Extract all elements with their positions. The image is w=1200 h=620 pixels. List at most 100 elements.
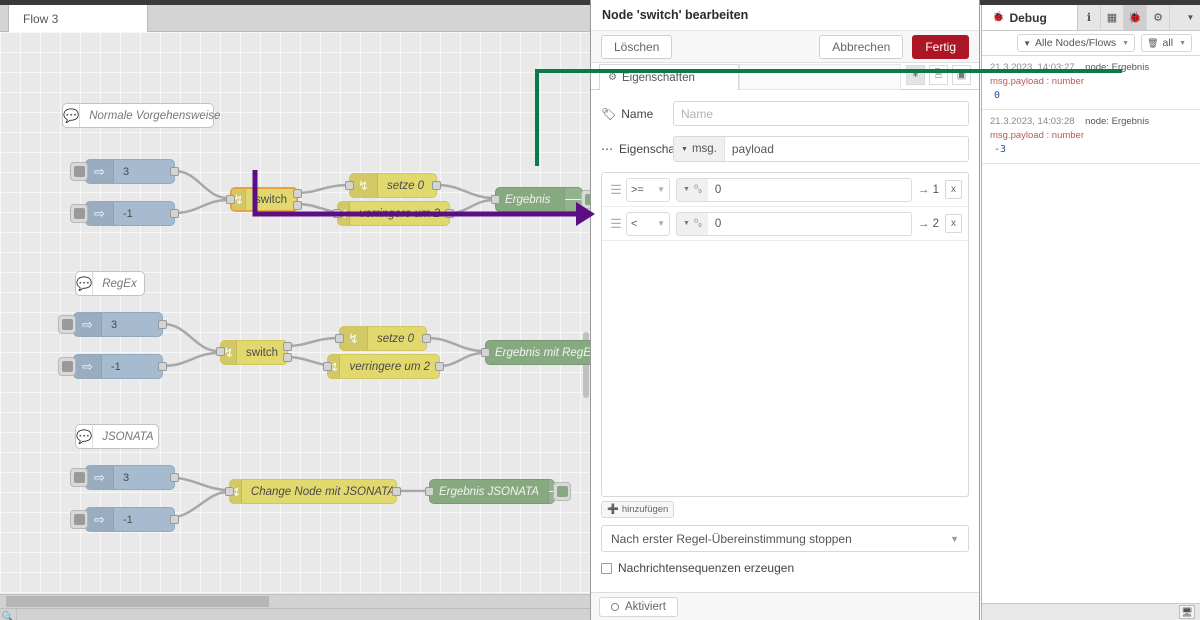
property-value[interactable]: payload	[725, 142, 774, 156]
input-port[interactable]	[225, 487, 234, 496]
rule-delete-button[interactable]: x	[945, 214, 962, 233]
comment-node-normale-vorgehensweise[interactable]: 💬 Normale Vorgehensweise	[62, 103, 220, 128]
rule-type-selector[interactable]: ▼ ⁰₉	[677, 178, 708, 201]
output-port[interactable]	[432, 181, 441, 190]
node-settings-icon[interactable]: ✶	[906, 65, 925, 85]
output-port[interactable]	[392, 487, 401, 496]
inject-node-3-jsonata[interactable]: ⇨ 3	[70, 465, 179, 490]
add-rule-button[interactable]: ➕ hinzufügen	[601, 501, 675, 518]
output-port[interactable]	[170, 473, 179, 482]
inject-node-minus1-jsonata[interactable]: ⇨ -1	[70, 507, 179, 532]
node-description-icon[interactable]: 🗎	[929, 65, 948, 85]
clear-label: all	[1162, 37, 1174, 49]
done-button[interactable]: Fertig	[912, 34, 969, 59]
output-port-2[interactable]	[293, 201, 302, 210]
drag-handle-icon[interactable]: ☰	[608, 216, 624, 232]
rule-value[interactable]: 0	[708, 184, 721, 196]
config-icon[interactable]: ⚙	[1147, 5, 1170, 30]
change-node-setze-0-regex[interactable]: ↯ setze 0	[335, 326, 431, 351]
inject-node-3-regex[interactable]: ⇨ 3	[58, 312, 167, 337]
cancel-button[interactable]: Abbrechen	[819, 34, 904, 59]
inject-button[interactable]	[58, 315, 76, 334]
message-sequences-checkbox[interactable]	[601, 562, 612, 574]
info-icon[interactable]: ℹ	[1078, 5, 1101, 30]
change-node-verringere-um-2-regex[interactable]: ↯ verringere um 2	[323, 354, 444, 379]
comment-node-regex[interactable]: 💬 RegEx	[75, 271, 145, 296]
switch-node-regex[interactable]: ↯ switch	[216, 340, 292, 365]
output-port[interactable]	[435, 362, 444, 371]
comment-node-jsonata[interactable]: 💬 JSONATA	[75, 424, 159, 449]
comment-node-label: Normale Vorgehensweise	[89, 109, 221, 122]
tab-debug[interactable]: 🐞 Debug	[982, 5, 1078, 30]
canvas-horizontal-scrollbar-thumb[interactable]	[6, 596, 269, 607]
output-port[interactable]	[170, 515, 179, 524]
output-port[interactable]	[445, 209, 454, 218]
debug-toggle-button[interactable]	[553, 482, 571, 501]
rule-value-input[interactable]: ▼ ⁰₉ 0	[676, 177, 912, 202]
search-icon[interactable]: 🔍	[0, 608, 17, 620]
debug-node-ergebnis-jsonata[interactable]: Ergebnis JSONATA	[425, 479, 571, 504]
desktop-icon[interactable]: 🖥	[1179, 605, 1195, 619]
change-node-jsonata[interactable]: ↯ Change Node mit JSONATA	[225, 479, 401, 504]
output-port[interactable]	[158, 362, 167, 371]
input-port[interactable]	[335, 334, 344, 343]
debug-node-ergebnis-mit-regex[interactable]: Ergebnis mit RegEx	[481, 340, 590, 365]
rule-operator-select[interactable]: >= ▼	[626, 177, 670, 202]
input-port[interactable]	[226, 195, 235, 204]
rule-operator-select[interactable]: < ▼	[626, 211, 670, 236]
inject-node-minus1[interactable]: ⇨ -1	[70, 201, 179, 226]
rule-type-selector[interactable]: ▼ ⁰₉	[677, 212, 708, 235]
input-port[interactable]	[491, 195, 500, 204]
property-type-selector[interactable]: ▼ msg.	[674, 137, 725, 161]
flow-tab-flow3[interactable]: Flow 3	[8, 5, 148, 32]
message-sequences-checkbox-row[interactable]: Nachrichtensequenzen erzeugen	[601, 561, 969, 575]
output-port-1[interactable]	[283, 342, 292, 351]
change-node-label: verringere um 2	[349, 360, 430, 373]
tab-eigenschaften[interactable]: ⚙ Eigenschaften	[599, 64, 739, 90]
output-port[interactable]	[170, 209, 179, 218]
debug-icon[interactable]: 🐞	[1124, 5, 1147, 30]
inject-button[interactable]	[70, 468, 88, 487]
flow-canvas[interactable]: 💬 Normale Vorgehensweise ⇨ 3 ⇨ -1 ↯ swit…	[0, 32, 590, 594]
delete-button[interactable]: Löschen	[601, 34, 673, 59]
debug-message[interactable]: 21.3.2023, 14:03:28 node: Ergebnis msg.p…	[982, 110, 1200, 165]
name-input[interactable]	[673, 101, 969, 126]
inject-button[interactable]	[70, 204, 88, 223]
change-node-verringere-um-2[interactable]: ↯ verringere um 2	[333, 201, 454, 226]
stop-mode-select[interactable]: Nach erster Regel-Übereinstimmung stoppe…	[601, 525, 969, 552]
change-icon: ↯	[350, 174, 378, 197]
help-icon[interactable]: ▦	[1101, 5, 1124, 30]
input-port[interactable]	[425, 487, 434, 496]
inject-button[interactable]	[70, 162, 88, 181]
dialog-body: 🏷 Name ⋯ Eigenschaft ▼ msg. payload	[591, 91, 979, 592]
change-node-setze-0[interactable]: ↯ setze 0	[345, 173, 441, 198]
input-port[interactable]	[333, 209, 342, 218]
inject-button[interactable]	[58, 357, 76, 376]
enabled-toggle-button[interactable]: Aktiviert	[599, 596, 678, 617]
switch-node-selected[interactable]: ↯ switch	[226, 187, 302, 212]
rule-value-input[interactable]: ▼ ⁰₉ 0	[676, 211, 912, 236]
chevron-down-icon[interactable]: ▼	[1181, 5, 1200, 30]
inject-node-minus1-regex[interactable]: ⇨ -1	[58, 354, 167, 379]
input-port[interactable]	[481, 348, 490, 357]
drag-handle-icon[interactable]: ☰	[608, 182, 624, 198]
input-port[interactable]	[216, 347, 225, 356]
property-input[interactable]: ▼ msg. payload	[673, 136, 969, 162]
output-port-1[interactable]	[293, 189, 302, 198]
input-port[interactable]	[323, 362, 332, 371]
rule-value[interactable]: 0	[708, 218, 721, 230]
output-port[interactable]	[158, 320, 167, 329]
debug-message[interactable]: 21.3.2023, 14:03:27 node: Ergebnis msg.p…	[982, 56, 1200, 111]
inject-node-3[interactable]: ⇨ 3	[70, 159, 179, 184]
inject-button[interactable]	[70, 510, 88, 529]
clear-messages-dropdown[interactable]: 🗑 all ▼	[1141, 34, 1192, 52]
rule-delete-button[interactable]: x	[945, 180, 962, 199]
debug-node-ergebnis[interactable]: Ergebnis	[491, 187, 590, 212]
output-port[interactable]	[170, 167, 179, 176]
node-appearance-icon[interactable]: ▣	[952, 65, 971, 85]
input-port[interactable]	[345, 181, 354, 190]
debug-toggle-button[interactable]	[581, 190, 590, 209]
output-port-2[interactable]	[283, 353, 292, 362]
output-port[interactable]	[422, 334, 431, 343]
filter-nodes-dropdown[interactable]: ▼ Alle Nodes/Flows ▼	[1017, 34, 1136, 52]
